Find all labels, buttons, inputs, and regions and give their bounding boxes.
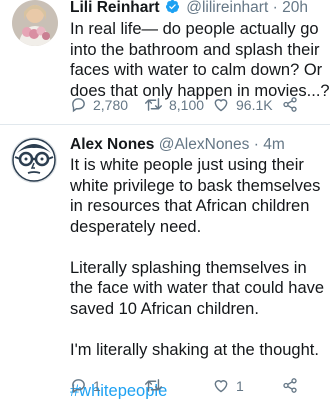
- share-button[interactable]: [282, 377, 298, 394]
- tweet-actions: 1 1: [70, 377, 326, 394]
- reply-count: 2,780: [93, 96, 129, 113]
- display-name[interactable]: Alex Nones: [70, 136, 154, 153]
- tweet-text: It is white people just using their whit…: [70, 155, 330, 399]
- display-name[interactable]: Lili Reinhart: [70, 0, 160, 16]
- like-button[interactable]: 96.1K: [212, 96, 282, 113]
- tweet-lili-reinhart[interactable]: Lili Reinhart @lilireinhart · 20h In rea…: [0, 0, 330, 118]
- handle[interactable]: @AlexNones: [159, 136, 250, 153]
- reply-icon: [72, 379, 85, 394]
- tweet-header: Alex Nones @AlexNones · 4m: [70, 136, 285, 154]
- separator: ·: [272, 0, 278, 16]
- avatar-lili-reinhart[interactable]: [12, 0, 58, 46]
- handle[interactable]: @lilireinhart: [186, 0, 268, 16]
- retweet-button[interactable]: [144, 377, 212, 394]
- like-icon: [214, 380, 228, 393]
- like-icon: [214, 99, 228, 112]
- timestamp[interactable]: 4m: [263, 136, 285, 153]
- retweet-icon: [144, 98, 162, 111]
- tweet-header: Lili Reinhart @lilireinhart · 20h: [70, 0, 308, 17]
- tweet-paragraph: I'm literally shaking at the thought.: [70, 340, 319, 359]
- tweet-actions: 2,780 8,100 96.1K: [70, 96, 326, 113]
- tweet-paragraph: It is white people just using their whit…: [70, 156, 321, 236]
- share-button[interactable]: [282, 96, 298, 113]
- separator: ·: [253, 136, 259, 153]
- like-count: 1: [236, 377, 244, 394]
- share-icon: [283, 378, 297, 393]
- retweet-count: 8,100: [169, 96, 205, 113]
- like-button[interactable]: 1: [212, 377, 282, 394]
- retweet-button[interactable]: 8,100: [144, 96, 212, 113]
- tweet-alex-nones[interactable]: Alex Nones @AlexNones · 4m It is white p…: [0, 125, 330, 399]
- timestamp[interactable]: 20h: [282, 0, 308, 16]
- like-count: 96.1K: [236, 96, 273, 113]
- reply-count: 1: [93, 377, 101, 394]
- retweet-icon: [144, 379, 162, 392]
- verified-badge-icon: [165, 0, 179, 14]
- reply-button[interactable]: 1: [70, 377, 144, 394]
- reply-icon: [72, 98, 85, 113]
- tweet-paragraph: Literally splashing themselves in the fa…: [70, 258, 325, 318]
- tweet-text: In real life— do people actually go into…: [70, 20, 330, 100]
- reply-button[interactable]: 2,780: [70, 96, 144, 113]
- share-icon: [283, 97, 297, 112]
- avatar-alex-nones[interactable]: [11, 137, 57, 183]
